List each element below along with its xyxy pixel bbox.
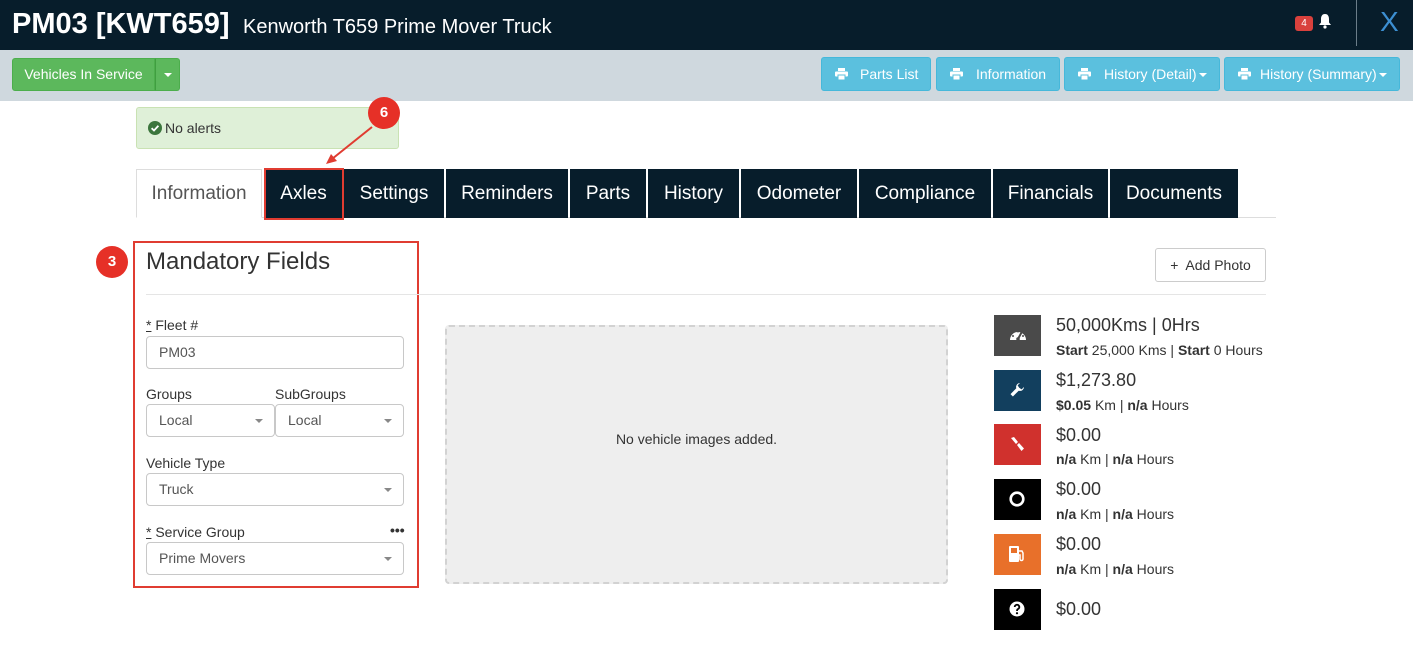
tab-odometer[interactable]: Odometer (741, 169, 857, 218)
subgroups-value: Local (288, 412, 322, 428)
chevron-down-icon (1379, 73, 1387, 77)
subgroups-select[interactable]: Local (275, 404, 404, 437)
maintenance-total: $1,273.80 (1056, 370, 1137, 390)
parts-list-label: Parts List (860, 66, 919, 82)
chevron-down-icon (164, 73, 172, 77)
title-bar: PM03 [KWT659] Kenworth T659 Prime Mover … (0, 0, 1413, 50)
title-divider (1356, 0, 1357, 46)
close-button[interactable]: X (1380, 5, 1399, 39)
printer-icon (950, 68, 963, 80)
vehicle-type-select[interactable]: Truck (146, 473, 404, 506)
add-photo-label: Add Photo (1185, 257, 1251, 273)
tyres-total: $0.00 (1056, 479, 1102, 499)
tab-settings[interactable]: Settings (344, 169, 444, 218)
section-divider (146, 294, 1266, 295)
fuel-pump-icon (994, 534, 1041, 575)
fuel-rate: n/a Km | n/a Hours (1056, 561, 1175, 577)
axles-tab-highlight (264, 168, 344, 220)
tab-parts[interactable]: Parts (570, 169, 646, 218)
service-group-value: Prime Movers (159, 550, 246, 566)
vehicle-code: PM03 [KWT659] (12, 8, 230, 40)
service-group-label-text: Service Group (155, 524, 245, 540)
odometer-total: 50,000Kms | 0Hrs (1056, 315, 1200, 335)
dashboard-icon (994, 315, 1041, 356)
mandatory-fields-title: Mandatory Fields (146, 248, 331, 275)
vehicle-status-button[interactable]: Vehicles In Service (12, 58, 155, 91)
chevron-down-icon (384, 488, 392, 492)
vehicle-type-value: Truck (159, 481, 194, 497)
tyre-icon (994, 479, 1041, 520)
notification-badge[interactable]: 4 (1295, 16, 1313, 31)
information-print-button[interactable]: Information (936, 57, 1060, 91)
history-summary-button[interactable]: History (Summary) (1224, 57, 1400, 91)
service-group-select[interactable]: Prime Movers (146, 542, 404, 575)
tyres-rate: n/a Km | n/a Hours (1056, 506, 1175, 522)
vehicle-type-label: Vehicle Type (146, 455, 226, 471)
vehicle-images-dropzone[interactable]: No vehicle images added. (445, 325, 948, 584)
add-photo-button[interactable]: + Add Photo (1155, 248, 1266, 282)
fuel-total: $0.00 (1056, 534, 1102, 554)
chevron-down-icon (384, 557, 392, 561)
tab-information[interactable]: Information (136, 169, 262, 218)
annotation-marker-3: 3 (96, 246, 128, 278)
other-total: $0.00 (1056, 599, 1102, 619)
fleet-label-text: Fleet # (155, 317, 199, 333)
alerts-text: No alerts (165, 120, 222, 136)
no-images-message: No vehicle images added. (615, 431, 778, 447)
history-summary-label: History (Summary) (1260, 66, 1377, 82)
groups-value: Local (159, 412, 193, 428)
chevron-down-icon (384, 419, 392, 423)
required-marker: * (146, 317, 152, 333)
toolbar: Vehicles In Service Parts List Informati… (0, 50, 1413, 101)
maintenance-rate: $0.05 Km | n/a Hours (1056, 397, 1189, 413)
repairs-rate: n/a Km | n/a Hours (1056, 451, 1175, 467)
check-circle-icon (148, 121, 162, 135)
service-group-label: * Service Group (146, 524, 245, 540)
groups-select[interactable]: Local (146, 404, 275, 437)
tab-reminders[interactable]: Reminders (446, 169, 568, 218)
fleet-number-field[interactable]: PM03 (146, 336, 404, 369)
plus-icon: + (1170, 257, 1179, 273)
groups-label: Groups (146, 386, 192, 402)
tab-documents[interactable]: Documents (1110, 169, 1238, 218)
chevron-down-icon (255, 419, 263, 423)
parts-list-button[interactable]: Parts List (821, 57, 931, 91)
subgroups-label: SubGroups (275, 386, 346, 402)
tab-financials[interactable]: Financials (993, 169, 1108, 218)
more-options-icon[interactable]: ••• (390, 522, 405, 538)
information-print-label: Information (976, 66, 1047, 82)
odometer-start: Start 25,000 Kms | Start 0 Hours (1056, 342, 1263, 358)
chevron-down-icon (1199, 73, 1207, 77)
screwdriver-icon (994, 424, 1041, 465)
printer-icon (1238, 68, 1251, 80)
tab-compliance[interactable]: Compliance (859, 169, 991, 218)
wrench-icon (994, 370, 1041, 411)
tab-history[interactable]: History (648, 169, 739, 218)
printer-icon (1078, 68, 1091, 80)
fleet-label: * Fleet # (146, 317, 198, 333)
question-icon (994, 589, 1041, 630)
required-marker: * (146, 524, 152, 540)
bell-icon[interactable] (1318, 13, 1332, 29)
history-detail-label: History (Detail) (1104, 66, 1197, 82)
annotation-arrow (326, 126, 373, 164)
printer-icon (835, 68, 848, 80)
history-detail-button[interactable]: History (Detail) (1064, 57, 1220, 91)
vehicle-status-dropdown-toggle[interactable] (155, 58, 180, 91)
repairs-total: $0.00 (1056, 425, 1102, 445)
vehicle-description: Kenworth T659 Prime Mover Truck (243, 16, 552, 38)
